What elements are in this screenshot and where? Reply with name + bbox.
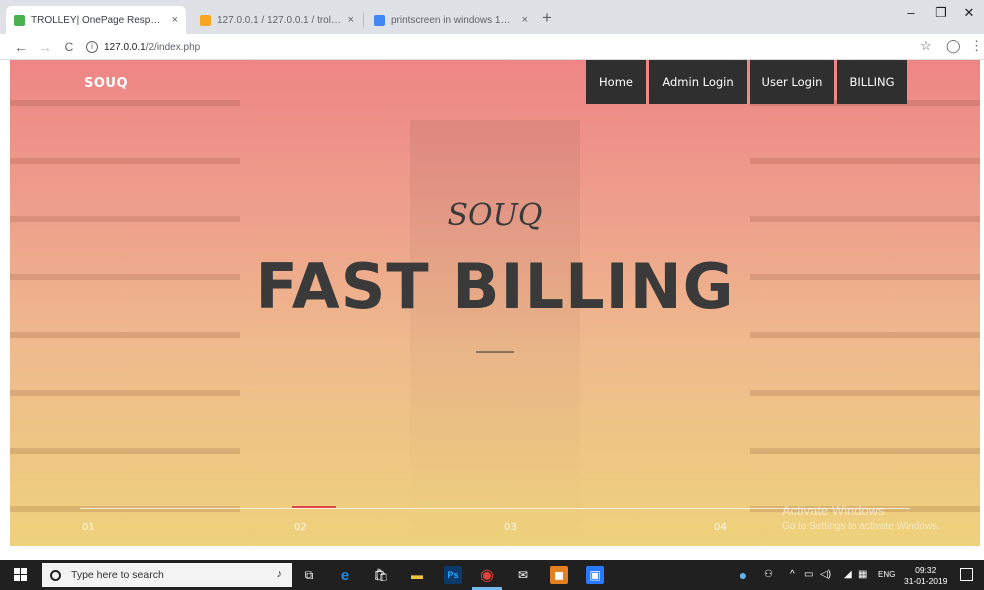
slide-number-02[interactable]: 02 — [294, 522, 307, 533]
windows-start-icon[interactable] — [14, 568, 28, 582]
orange-app-icon[interactable]: ◼ — [550, 566, 568, 584]
chrome-icon[interactable]: ◉ — [478, 566, 496, 584]
edge-icon[interactable]: e — [336, 566, 354, 584]
browser-tab-active[interactable]: TROLLEY| OnePage Responsive T × — [6, 6, 186, 34]
url-host: 127.0.0.1 — [104, 41, 146, 53]
browser-tab[interactable]: 127.0.0.1 / 127.0.0.1 / trolley | ph × — [192, 6, 362, 34]
slide-number-04[interactable]: 04 — [714, 522, 727, 533]
nav-billing[interactable]: BILLING — [837, 60, 907, 104]
taskbar-search-input[interactable]: Type here to search ♪ — [42, 563, 292, 587]
activate-windows-watermark: Activate Windows Go to Settings to activ… — [782, 503, 940, 532]
back-icon[interactable]: ← — [12, 38, 30, 56]
tab-favicon-icon — [200, 14, 211, 26]
language-indicator[interactable]: ENG — [878, 570, 895, 579]
nav-home[interactable]: Home — [586, 60, 646, 104]
slider-active-indicator — [292, 506, 336, 508]
site-info-icon[interactable]: i — [86, 41, 98, 53]
browser-tab[interactable]: printscreen in windows 10 - Goo × — [366, 6, 536, 34]
browser-toolbar: ← → C i 127.0.0.1 /2/index.php ☆ ◯ ⋮ — [0, 34, 984, 60]
tab-title: TROLLEY| OnePage Responsive T — [31, 14, 166, 26]
system-clock[interactable]: 09:32 31-01-2019 — [904, 565, 947, 587]
address-bar[interactable]: i 127.0.0.1 /2/index.php — [86, 37, 906, 57]
tab-close-icon[interactable]: × — [522, 14, 528, 26]
tab-close-icon[interactable]: × — [172, 14, 178, 26]
page-bottom-strip — [0, 546, 984, 560]
file-explorer-icon[interactable]: ▬ — [408, 566, 426, 584]
hero-subtitle: SOUQ — [447, 198, 543, 233]
action-center-icon[interactable] — [960, 568, 973, 581]
clock-date: 31-01-2019 — [904, 576, 948, 586]
hero-background-aisle — [410, 120, 580, 540]
site-logo[interactable]: SOUQ — [84, 76, 128, 91]
search-placeholder: Type here to search — [71, 569, 164, 581]
hero-divider — [476, 351, 514, 353]
tray-overflow-icon[interactable]: ^ — [790, 569, 795, 580]
hero-section: SOUQ Home Admin Login User Login BILLING… — [10, 60, 980, 546]
url-path: /2/index.php — [145, 41, 201, 53]
reload-icon[interactable]: C — [60, 38, 78, 56]
battery-icon[interactable]: ▭ — [804, 569, 813, 580]
hero-background-shelves — [10, 100, 240, 546]
weather-globe-icon[interactable]: ● — [734, 566, 752, 584]
maximize-icon[interactable]: ❐ — [928, 5, 954, 21]
task-view-icon[interactable]: ⧉ — [300, 566, 318, 584]
bookmark-star-icon[interactable]: ☆ — [920, 38, 932, 54]
profile-icon[interactable]: ◯ — [946, 38, 961, 54]
tab-separator — [363, 12, 364, 28]
windows-taskbar: Type here to search ♪ ⧉ e 🛍 ▬ Ps ◉ ✉ ◼ ▣… — [0, 560, 984, 590]
browser-menu-icon[interactable]: ⋮ — [970, 38, 983, 54]
forward-icon[interactable]: → — [36, 38, 54, 56]
clock-time: 09:32 — [915, 565, 937, 575]
minimize-icon[interactable]: – — [898, 5, 924, 20]
nav-user-login[interactable]: User Login — [750, 60, 834, 104]
close-icon[interactable]: ✕ — [956, 5, 982, 21]
browser-tab-bar: TROLLEY| OnePage Responsive T × 127.0.0.… — [0, 0, 984, 34]
network-icon[interactable]: ◢ — [844, 569, 852, 580]
watermark-subtitle: Go to Settings to activate Windows. — [782, 521, 940, 532]
keyboard-icon[interactable]: ▦ — [858, 569, 867, 580]
tab-title: 127.0.0.1 / 127.0.0.1 / trolley | ph — [217, 14, 342, 26]
store-icon[interactable]: 🛍 — [372, 566, 390, 584]
watermark-title: Activate Windows — [782, 503, 885, 518]
google-favicon-icon — [374, 14, 385, 26]
new-tab-icon[interactable]: + — [542, 8, 552, 28]
tab-title: printscreen in windows 10 - Goo — [391, 14, 516, 26]
volume-icon[interactable]: ◁) — [820, 569, 831, 580]
hero-background-shelves — [750, 100, 980, 546]
cortana-icon — [50, 569, 61, 581]
photoshop-icon[interactable]: Ps — [444, 566, 462, 584]
people-icon[interactable]: ⚇ — [764, 569, 773, 580]
tab-close-icon[interactable]: × — [348, 14, 354, 26]
hero-title: FAST BILLING — [255, 250, 735, 323]
blue-app-icon[interactable]: ▣ — [586, 566, 604, 584]
mail-icon[interactable]: ✉ — [514, 566, 532, 584]
microphone-icon[interactable]: ♪ — [277, 568, 283, 580]
slide-number-01[interactable]: 01 — [82, 522, 95, 533]
slide-number-03[interactable]: 03 — [504, 522, 517, 533]
nav-admin-login[interactable]: Admin Login — [649, 60, 747, 104]
tab-favicon-icon — [14, 14, 25, 26]
